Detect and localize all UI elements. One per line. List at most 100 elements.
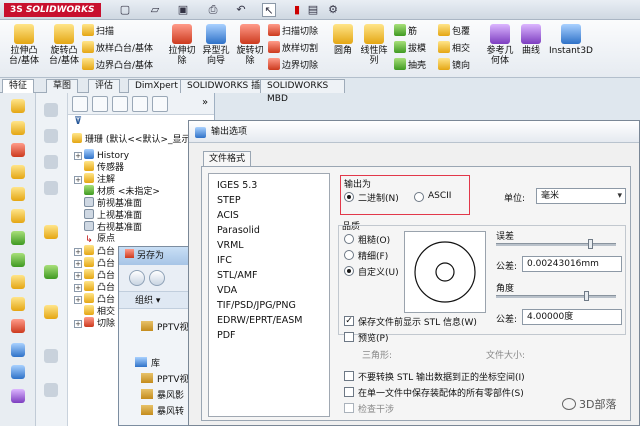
single-file-checkbox[interactable] [344, 387, 354, 397]
relation-tool-icon[interactable] [44, 265, 58, 279]
shell-button[interactable]: 抽壳 [394, 58, 426, 72]
intersect-button[interactable]: 相交 [438, 41, 470, 55]
rib-button[interactable]: 筋 [394, 24, 417, 38]
ascii-radio[interactable] [414, 192, 424, 202]
curves-button[interactable]: 曲线 [518, 24, 544, 56]
deviation-slider-knob[interactable] [588, 239, 593, 249]
hole-wizard-button[interactable]: 异型孔 向导 [200, 24, 232, 66]
draft-button[interactable]: 拔模 [394, 41, 426, 55]
list-item[interactable]: TIF/PSD/JPG/PNG [217, 300, 296, 311]
fine-radio[interactable] [344, 250, 354, 260]
trim-tool-icon[interactable] [44, 349, 58, 363]
tree-item-boss[interactable]: + 凸台 [74, 281, 115, 293]
shell-tool-icon[interactable] [11, 253, 25, 267]
curve-tool-icon[interactable] [11, 389, 25, 403]
boundary-boss-button[interactable]: 边界凸台/基体 [82, 58, 153, 72]
custom-radio[interactable] [344, 266, 354, 276]
loft-tool-icon[interactable] [11, 209, 25, 223]
cut-icon[interactable] [11, 143, 25, 157]
sweep-tool-icon[interactable] [11, 187, 25, 201]
loft-button[interactable]: 放样凸台/基体 [82, 41, 153, 55]
unit-select[interactable]: 毫米 [536, 188, 626, 204]
sweep-button[interactable]: 扫描 [82, 24, 114, 38]
list-item[interactable]: PPTV视 [141, 321, 189, 335]
tree-item-sensors[interactable]: 传感器 [84, 161, 124, 173]
feature-tree-tab-icon[interactable] [72, 96, 88, 112]
tree-item-intersect[interactable]: 相交 [84, 305, 115, 317]
preview-checkbox[interactable] [344, 332, 354, 342]
mirror-button[interactable]: 镜向 [438, 58, 470, 72]
tree-item-boss[interactable]: + 凸台 [74, 245, 115, 257]
check-interference-checkbox[interactable] [344, 403, 354, 413]
tree-item-history[interactable]: + History [74, 149, 129, 161]
angle-tolerance-input[interactable]: 4.00000度 [522, 309, 622, 325]
tree-item-boss[interactable]: + 凸台 [74, 257, 115, 269]
coarse-radio[interactable] [344, 234, 354, 244]
sketch-icon[interactable] [11, 99, 25, 113]
new-document-icon[interactable]: ▢ [118, 3, 132, 17]
tab-dimxpert[interactable]: DimXpert [128, 79, 185, 93]
list-item[interactable]: VDA [217, 285, 237, 296]
spline-tool-icon[interactable] [44, 181, 58, 195]
back-icon[interactable] [129, 270, 145, 286]
instant3d-button[interactable]: Instant3D [548, 24, 594, 56]
print-icon[interactable]: ⎙ [206, 3, 220, 17]
list-item[interactable]: EDRW/EPRT/EASM [217, 315, 303, 326]
file-properties-icon[interactable]: ▤ [306, 3, 320, 17]
reference-geometry-button[interactable]: 参考几 何体 [484, 24, 516, 66]
tree-item-boss[interactable]: + 凸台 [74, 269, 115, 281]
plane-tool-icon[interactable] [11, 343, 25, 357]
extrude-cut-button[interactable]: 拉伸切 除 [166, 24, 198, 66]
list-item[interactable]: 库 [135, 357, 160, 371]
revolve-icon[interactable] [11, 165, 25, 179]
extrude-icon[interactable] [11, 121, 25, 135]
hole-tool-icon[interactable] [11, 319, 25, 333]
fillet-button[interactable]: 圆角 [330, 24, 356, 56]
list-item[interactable]: Parasolid [217, 225, 260, 236]
tolerance-input[interactable]: 0.00243016mm [522, 256, 622, 272]
list-item[interactable]: PDF [217, 330, 236, 341]
fillet-tool-icon[interactable] [11, 275, 25, 289]
property-manager-tab-icon[interactable] [92, 96, 108, 112]
extrude-boss-button[interactable]: 拉伸凸 台/基体 [4, 24, 44, 66]
dimension-tool-icon[interactable] [44, 225, 58, 239]
show-stl-info-checkbox[interactable]: ✓ [344, 316, 354, 326]
configuration-tab-icon[interactable] [112, 96, 128, 112]
list-item[interactable]: ACIS [217, 210, 239, 221]
lofted-cut-button[interactable]: 放样切割 [268, 41, 318, 55]
pattern-tool-icon[interactable] [44, 305, 58, 319]
chamfer-tool-icon[interactable] [11, 297, 25, 311]
list-item[interactable]: 暴风转 [141, 405, 184, 419]
tree-item-front-plane[interactable]: 前视基准面 [84, 197, 142, 209]
save-icon[interactable]: ▣ [176, 3, 190, 17]
angle-slider[interactable] [496, 291, 616, 301]
no-transform-checkbox[interactable] [344, 371, 354, 381]
list-item[interactable]: STL/AMF [217, 270, 258, 281]
offset-tool-icon[interactable] [44, 383, 58, 397]
tab-features[interactable]: 特征 [2, 79, 35, 93]
tree-item-origin[interactable]: ↳ 原点 [84, 233, 115, 245]
tab-sketch[interactable]: 草图 [46, 79, 79, 93]
revolve-boss-button[interactable]: 旋转凸 台/基体 [44, 24, 84, 66]
revolve-cut-button[interactable]: 旋转切 除 [234, 24, 266, 66]
forward-icon[interactable] [149, 270, 165, 286]
axis-tool-icon[interactable] [11, 365, 25, 379]
list-item[interactable]: VRML [217, 240, 244, 251]
list-item[interactable]: IFC [217, 255, 232, 266]
list-item[interactable]: 暴风影 [141, 389, 184, 403]
binary-radio[interactable] [344, 192, 354, 202]
tree-item-right-plane[interactable]: 右视基准面 [84, 221, 142, 233]
undo-icon[interactable]: ↶ [234, 3, 248, 17]
tab-evaluate[interactable]: 评估 [88, 79, 121, 93]
select-arrow-icon[interactable]: ↖ [262, 3, 276, 17]
linear-pattern-button[interactable]: 线性阵 列 [358, 24, 390, 66]
list-item[interactable]: IGES 5.3 [217, 180, 257, 191]
arc-tool-icon[interactable] [44, 155, 58, 169]
swept-cut-button[interactable]: 扫描切除 [268, 24, 318, 38]
deviation-slider[interactable] [496, 239, 616, 249]
tab-mbd[interactable]: SOLIDWORKS MBD [260, 79, 345, 104]
tree-item-top-plane[interactable]: 上视基准面 [84, 209, 142, 221]
expand-chevron-icon[interactable]: » [202, 97, 208, 108]
tab-file-format[interactable]: 文件格式 [203, 151, 252, 167]
tree-item-cut[interactable]: + 切除 [74, 317, 115, 329]
